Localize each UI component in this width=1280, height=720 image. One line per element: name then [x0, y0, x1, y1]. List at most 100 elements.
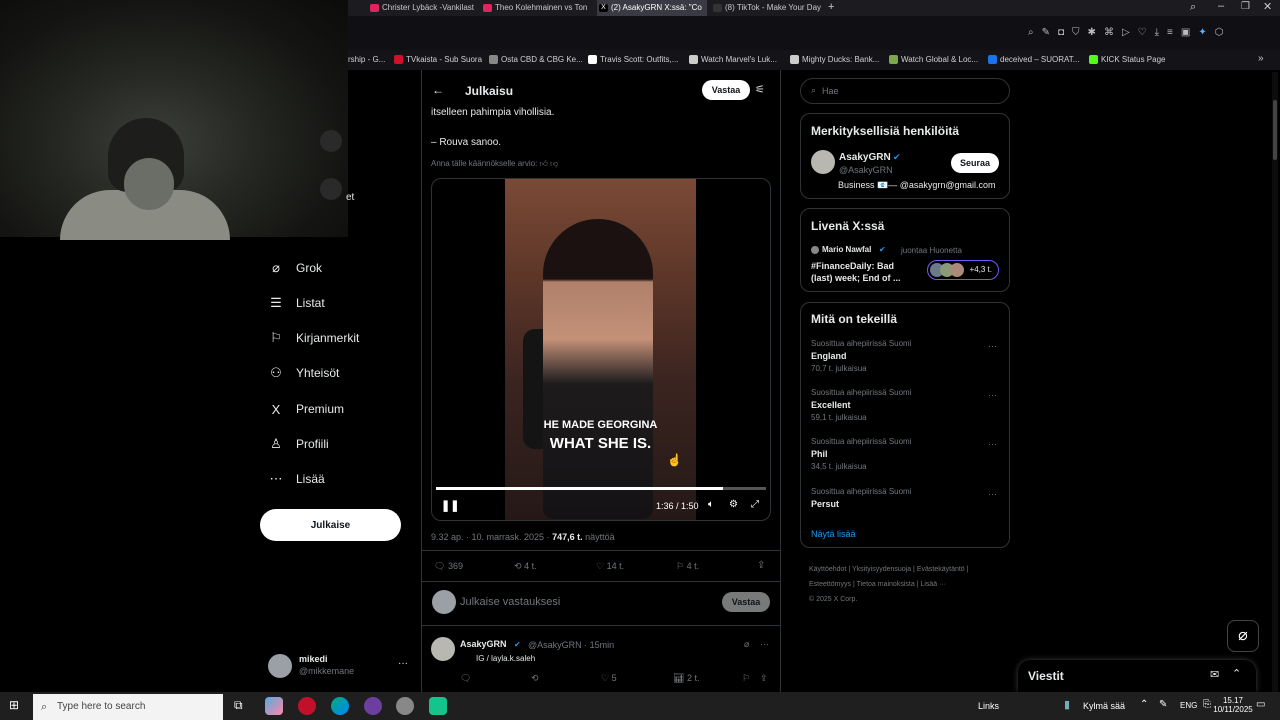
- heart-icon[interactable]: ♡: [1138, 27, 1147, 41]
- more-icon[interactable]: ···: [760, 639, 769, 649]
- nav-item-communities[interactable]: ⚇ Yhteisöt: [266, 360, 339, 386]
- nav-item-premium[interactable]: X Premium: [266, 396, 344, 422]
- shield-icon[interactable]: ⛉: [1072, 27, 1080, 41]
- weather-text[interactable]: Kylmä sää: [1083, 701, 1125, 711]
- menu-icon[interactable]: ≡: [1167, 27, 1173, 41]
- reply-input[interactable]: Julkaise vastauksesi: [460, 596, 560, 608]
- post-button[interactable]: Julkaise: [260, 509, 401, 541]
- footer-link[interactable]: Esteettömyys: [809, 581, 851, 588]
- bookmark-item[interactable]: Watch Global & Loc...: [889, 50, 978, 70]
- live-topic[interactable]: (last) week; End of ...: [811, 273, 901, 283]
- trend-item[interactable]: Suosittua aihepiirissä Suomi Excellent 5…: [801, 388, 1009, 432]
- task-view-icon[interactable]: ⧉: [234, 698, 243, 713]
- download-icon[interactable]: ⤓: [1155, 27, 1159, 41]
- footer-link[interactable]: Käyttöehdot: [809, 566, 846, 573]
- browser-tab[interactable]: Theo Kolehmainen vs Ton: [481, 0, 593, 16]
- notifications-icon[interactable]: ▭: [1256, 699, 1265, 710]
- ai-icon[interactable]: ✦: [1198, 27, 1206, 41]
- bookmark-item[interactable]: Mighty Ducks: Bank...: [790, 50, 879, 70]
- bookmark-item[interactable]: rship - G...: [348, 50, 385, 70]
- wallet-icon[interactable]: ▣: [1181, 27, 1190, 41]
- new-tab-button[interactable]: +: [828, 1, 834, 13]
- opera-gx-icon[interactable]: [298, 697, 316, 715]
- like-action[interactable]: ♡ 14 t.: [596, 561, 624, 572]
- edit-icon[interactable]: ✎: [1042, 27, 1050, 41]
- taskbar-search-input[interactable]: ⌕ Type here to search: [33, 694, 223, 720]
- bookmark-item[interactable]: Watch Marvel's Luk...: [689, 50, 777, 70]
- scrollbar-thumb[interactable]: [1273, 100, 1277, 160]
- links-toolbar[interactable]: Links: [978, 701, 999, 711]
- thumbs-up-icon[interactable]: 👍︎: [540, 159, 548, 168]
- pause-icon[interactable]: ❚❚: [441, 499, 459, 512]
- bookmark-icon[interactable]: ⚐: [742, 673, 750, 684]
- search-input[interactable]: ⌕ Hae: [800, 78, 1010, 104]
- listeners-badge[interactable]: +4,3 t.: [927, 260, 999, 280]
- nav-item-more[interactable]: ⋯ Lisää: [266, 466, 325, 492]
- pen-icon[interactable]: ✎: [1159, 699, 1167, 710]
- live-topic[interactable]: #FinanceDaily: Bad: [811, 261, 894, 271]
- more-icon[interactable]: ···: [988, 439, 997, 449]
- bookmark-item[interactable]: deceived – SUORAT...: [988, 50, 1079, 70]
- bookmark-item[interactable]: KICK Status Page: [1089, 50, 1165, 70]
- chevron-up-icon[interactable]: ⌃: [1140, 699, 1148, 710]
- reply-submit-button[interactable]: Vastaa: [722, 592, 770, 612]
- reply-icon[interactable]: 🗨︎: [460, 673, 471, 684]
- settings-gear-icon[interactable]: ⚙: [729, 499, 738, 510]
- nav-item-grok[interactable]: ⌀ Grok: [266, 255, 322, 281]
- nav-item-lists[interactable]: ☰ Listat: [266, 290, 325, 316]
- scrollbar[interactable]: [1272, 72, 1278, 692]
- bookmark-item[interactable]: TVkaista - Sub Suora: [394, 50, 482, 70]
- language-indicator[interactable]: ENG: [1180, 701, 1197, 710]
- messages-drawer[interactable]: Viestit ✉ ⌃: [1018, 660, 1256, 692]
- edge-icon[interactable]: [331, 697, 349, 715]
- chevron-right-icon[interactable]: »: [1258, 53, 1264, 64]
- share-icon[interactable]: ⇪: [757, 560, 765, 571]
- windows-start-icon[interactable]: ⊞: [9, 698, 19, 712]
- fullscreen-icon[interactable]: ⤢: [751, 499, 759, 510]
- follow-button[interactable]: Seuraa: [951, 153, 999, 173]
- footer-link[interactable]: Lisää ···: [920, 581, 946, 588]
- repost-icon[interactable]: ⟲: [531, 673, 539, 684]
- person-name[interactable]: AsakyGRN: [839, 152, 891, 163]
- chevron-up-icon[interactable]: ⌃: [1232, 667, 1241, 680]
- search-icon[interactable]: ⌕: [1028, 27, 1034, 41]
- footer-link[interactable]: Yksityisyydensuoja: [852, 566, 911, 573]
- copilot-icon[interactable]: [265, 697, 283, 715]
- account-more-icon[interactable]: ···: [398, 658, 408, 669]
- back-arrow-icon[interactable]: ←: [432, 83, 444, 97]
- browser-tab[interactable]: Christer Lybäck -Vankilast: [368, 0, 478, 16]
- nav-item-bookmarks[interactable]: ⚐ Kirjanmerkit: [266, 325, 359, 351]
- compose-message-icon[interactable]: ✉: [1210, 668, 1219, 681]
- camera-icon[interactable]: ◘: [1058, 27, 1064, 41]
- thumbs-down-icon[interactable]: 👎︎: [550, 159, 558, 168]
- extension-icon[interactable]: ✱: [1088, 27, 1096, 41]
- app-icon[interactable]: [429, 697, 447, 715]
- like-action[interactable]: ♡ 5: [601, 673, 617, 684]
- more-icon[interactable]: ···: [988, 489, 997, 499]
- browser-tab[interactable]: (8) TikTok - Make Your Day: [711, 0, 831, 16]
- network-icon[interactable]: ⎘: [1203, 699, 1211, 710]
- play-icon[interactable]: ▷: [1122, 27, 1130, 41]
- video-player[interactable]: HE MADE GEORGINA WHAT SHE IS. ❚❚ 1:36 / …: [431, 178, 771, 521]
- more-icon[interactable]: ···: [988, 341, 997, 351]
- reply-header-button[interactable]: Vastaa: [702, 80, 750, 100]
- trend-item[interactable]: Suosittua aihepiirissä Suomi Phil 34,5 t…: [801, 437, 1009, 481]
- messenger-icon[interactable]: [364, 697, 382, 715]
- video-progress-track[interactable]: [436, 487, 766, 490]
- trend-item[interactable]: Suosittua aihepiirissä Suomi Persut ···: [801, 487, 1009, 517]
- live-host[interactable]: Mario Nawfal: [822, 245, 871, 254]
- views-action[interactable]: 📊︎ 2 t.: [673, 673, 699, 684]
- app-icon[interactable]: [396, 697, 414, 715]
- trend-item[interactable]: Suosittua aihepiirissä Suomi England 70,…: [801, 339, 1009, 383]
- more-icon[interactable]: ···: [988, 390, 997, 400]
- grok-float-button[interactable]: ⌀: [1227, 620, 1259, 652]
- footer-link[interactable]: Evästekäytäntö: [917, 566, 965, 573]
- restore-icon[interactable]: ❐: [1241, 1, 1250, 12]
- clock[interactable]: 15.17 10/11/2025: [1213, 696, 1253, 714]
- filter-icon[interactable]: ⚟: [755, 83, 765, 96]
- volume-icon[interactable]: 🔈︎: [708, 499, 714, 510]
- account-switcher[interactable]: mikedi @mikkemane ···: [268, 652, 416, 682]
- reply-action[interactable]: 🗨︎ 369: [434, 561, 463, 572]
- show-more-link[interactable]: Näytä lisää: [811, 529, 856, 539]
- footer-link[interactable]: Tietoa mainoksista: [857, 581, 915, 588]
